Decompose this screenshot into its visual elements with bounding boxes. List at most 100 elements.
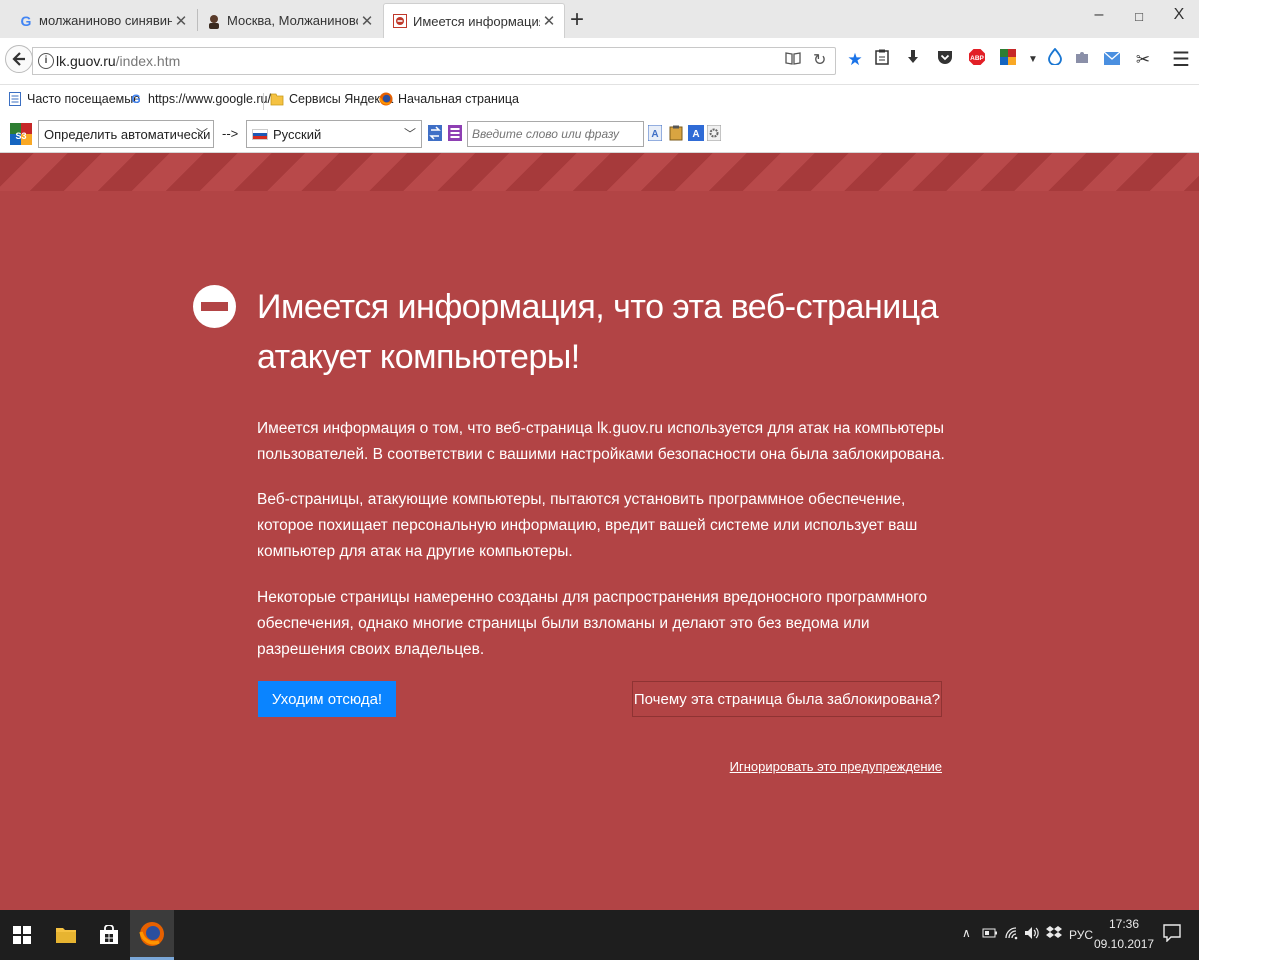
warning-paragraph-1: Имеется информация о том, что веб-страни… <box>257 420 945 463</box>
url-text[interactable]: lk.guov.ru/index.htm <box>56 53 180 69</box>
warning-paragraph-2: Веб-страницы, атакующие компьютеры, пыта… <box>257 491 918 560</box>
minimize-icon[interactable]: – <box>1084 6 1114 24</box>
svg-text:S3: S3 <box>15 131 26 141</box>
menu-hamburger-icon[interactable]: ☰ <box>1170 48 1192 72</box>
firefox-taskbar-button[interactable] <box>130 910 174 960</box>
target-language-value: Русский <box>273 126 322 142</box>
input-language[interactable]: РУС <box>1069 928 1093 942</box>
bookmark-label: Сервисы Яндекса <box>289 92 394 106</box>
download-icon[interactable] <box>902 48 924 72</box>
puzzle-icon[interactable] <box>1071 48 1093 72</box>
google-g-icon: G <box>20 12 32 29</box>
windows-taskbar: ∧ РУС 17:36 09.10.2017 <box>0 910 1199 960</box>
screenshot-scissors-icon[interactable]: ✂ <box>1132 48 1154 72</box>
bookmark-google[interactable]: G https://www.google.ru/ <box>129 92 271 106</box>
drop-icon[interactable] <box>1044 47 1066 72</box>
google-g-icon: G <box>131 92 141 106</box>
russian-flag-icon <box>252 128 268 140</box>
ignore-warning-link[interactable]: Игнорировать это предупреждение <box>642 759 942 774</box>
bookmark-yandex-services[interactable]: Сервисы Яндекса <box>270 92 393 106</box>
adblock-icon[interactable]: ABP <box>966 48 988 72</box>
site-info-icon[interactable]: i <box>38 53 54 69</box>
svg-text:A: A <box>692 129 699 140</box>
svg-text:A: A <box>651 129 658 140</box>
firefox-icon <box>139 921 164 946</box>
tab-title: Имеется информация, что <box>413 13 540 29</box>
wifi-icon[interactable] <box>1004 926 1020 943</box>
notifications-icon[interactable] <box>1163 924 1181 945</box>
svg-text:ABP: ABP <box>970 55 984 62</box>
speech-icon[interactable]: A <box>688 125 704 141</box>
bookmark-most-visited[interactable]: Часто посещаемые <box>8 92 140 106</box>
store-button[interactable] <box>87 910 131 960</box>
chevron-down-icon: ﹀ <box>403 127 416 141</box>
blocked-page-icon <box>193 285 236 328</box>
translator-toolbar: S3 Определить автоматически ﹀ --> Русски… <box>0 117 1199 153</box>
reader-view-icon[interactable] <box>785 51 801 69</box>
tab-title: Москва, Молжаниново, ул <box>227 13 358 28</box>
folder-icon <box>270 92 284 106</box>
source-language-value: Определить автоматически <box>44 126 211 142</box>
bookmark-home-page[interactable]: Начальная страница <box>379 92 519 106</box>
navigation-bar: i lk.guov.ru/index.htm ↻ ★ ABP ▼ ✂ ☰ <box>0 38 1199 85</box>
file-explorer-button[interactable] <box>44 910 88 960</box>
page-title: Имеется информация, что эта веб-страница… <box>257 288 939 376</box>
close-window-icon[interactable]: X <box>1164 6 1194 24</box>
tab-search[interactable]: G молжаниново синявинская ✕ <box>10 3 196 38</box>
battery-icon[interactable] <box>982 926 998 943</box>
bookmark-label: Начальная страница <box>398 92 519 106</box>
bookmark-separator <box>263 93 264 110</box>
close-tab-icon[interactable]: ✕ <box>172 12 190 30</box>
back-button[interactable] <box>5 45 33 73</box>
avatar-icon <box>206 13 222 29</box>
s3-translator-logo-icon[interactable]: S3 <box>10 123 32 145</box>
dropbox-icon[interactable] <box>1046 926 1062 943</box>
tab-active-warning[interactable]: Имеется информация, что ✕ <box>383 3 565 38</box>
bookmark-star-icon[interactable]: ★ <box>844 48 866 72</box>
why-blocked-button[interactable]: Почему эта страница была заблокирована? <box>632 681 942 717</box>
url-path: /index.htm <box>115 53 181 69</box>
translate-arrow: --> <box>222 126 239 141</box>
s3-translator-icon[interactable] <box>997 48 1019 72</box>
clipboard-icon[interactable] <box>871 48 893 72</box>
windows-logo-icon <box>13 926 31 944</box>
bookmark-label: Часто посещаемые <box>27 92 141 106</box>
warning-page-icon <box>392 13 408 29</box>
restore-icon[interactable]: □ <box>1124 9 1154 24</box>
clock-time: 17:36 <box>1108 917 1140 931</box>
translate-phrase-input[interactable] <box>467 121 644 147</box>
shopping-bag-icon <box>100 925 118 944</box>
bookmark-page-icon <box>8 92 22 106</box>
tab-title: молжаниново синявинская <box>39 13 172 28</box>
folder-icon <box>56 928 76 943</box>
new-tab-plus-icon[interactable]: + <box>570 7 584 33</box>
chevron-down-icon: ﹀ <box>195 127 208 141</box>
address-bar[interactable]: i lk.guov.ru/index.htm ↻ <box>32 47 836 75</box>
swap-languages-icon[interactable] <box>428 125 442 141</box>
target-language-select[interactable]: Русский ﹀ <box>246 120 422 148</box>
clipboard-translate-icon[interactable] <box>669 125 683 141</box>
dropdown-arrow-icon[interactable]: ▼ <box>1022 48 1044 72</box>
warning-stripe-band <box>0 153 1199 191</box>
mail-icon[interactable] <box>1101 48 1123 72</box>
translate-icon[interactable]: A <box>647 124 663 142</box>
clock[interactable]: 17:36 09.10.2017 <box>1094 914 1154 954</box>
close-tab-icon[interactable]: ✕ <box>540 12 558 30</box>
reload-icon[interactable]: ↻ <box>813 50 826 70</box>
source-language-select[interactable]: Определить автоматически ﹀ <box>38 120 214 148</box>
bookmark-label: https://www.google.ru/ <box>148 92 271 106</box>
warning-paragraph-3: Некоторые страницы намеренно созданы для… <box>257 589 928 658</box>
tab-strip: G молжаниново синявинская ✕ Москва, Молж… <box>0 0 1199 38</box>
volume-icon[interactable] <box>1024 926 1040 943</box>
clock-date: 09.10.2017 <box>1094 937 1155 951</box>
tab-map[interactable]: Москва, Молжаниново, ул ✕ <box>198 3 382 38</box>
get-me-out-button[interactable]: Уходим отсюда! <box>258 681 396 717</box>
settings-gear-icon[interactable] <box>706 124 722 142</box>
close-tab-icon[interactable]: ✕ <box>358 12 376 30</box>
firefox-icon <box>379 92 393 106</box>
start-button[interactable] <box>0 910 44 960</box>
url-host: lk.guov.ru <box>56 53 116 69</box>
pocket-icon[interactable] <box>934 48 956 72</box>
show-hidden-icons-chevron-icon[interactable]: ∧ <box>962 926 971 940</box>
dictionary-icon[interactable] <box>448 125 462 141</box>
